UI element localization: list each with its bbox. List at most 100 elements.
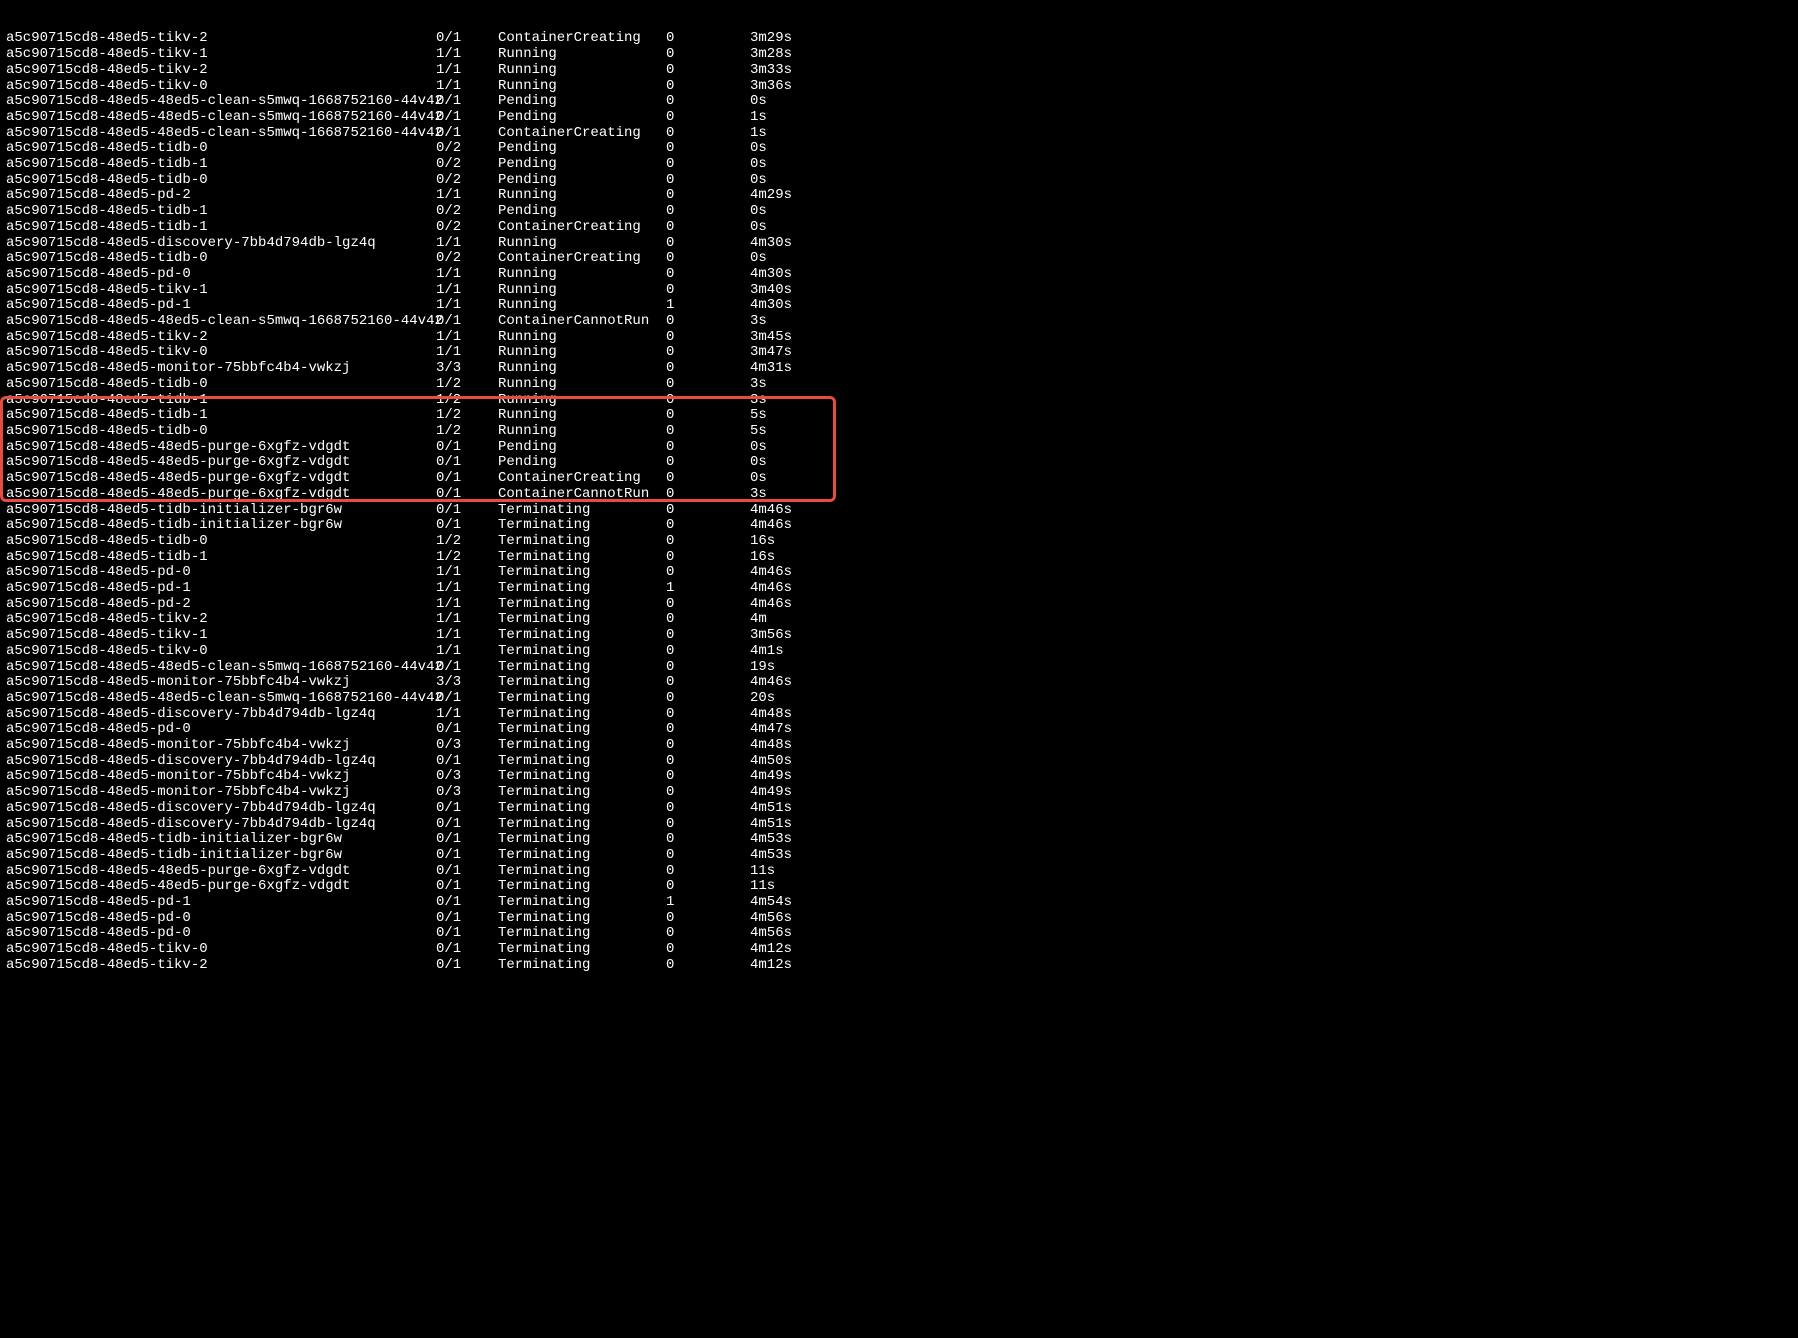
pod-ready: 1/2 — [436, 550, 498, 566]
pod-age: 4m29s — [750, 188, 850, 204]
pod-name: a5c90715cd8-48ed5-tikv-0 — [6, 942, 436, 958]
pod-name: a5c90715cd8-48ed5-tidb-0 — [6, 424, 436, 440]
pod-ready: 0/1 — [436, 942, 498, 958]
pod-status: Running — [498, 393, 666, 409]
pod-age: 3m40s — [750, 283, 850, 299]
pod-name: a5c90715cd8-48ed5-tikv-2 — [6, 958, 436, 974]
pod-name: a5c90715cd8-48ed5-monitor-75bbfc4b4-vwkz… — [6, 675, 436, 691]
pod-restarts: 0 — [666, 236, 750, 252]
pod-age: 4m48s — [750, 738, 850, 754]
pod-status: Running — [498, 283, 666, 299]
pod-age: 0s — [750, 471, 850, 487]
pod-ready: 0/2 — [436, 204, 498, 220]
pod-restarts: 0 — [666, 644, 750, 660]
pod-name: a5c90715cd8-48ed5-tidb-1 — [6, 408, 436, 424]
pod-status: Terminating — [498, 503, 666, 519]
pod-age: 4m56s — [750, 926, 850, 942]
pod-row: a5c90715cd8-48ed5-48ed5-purge-6xgfz-vdgd… — [6, 471, 1792, 487]
pod-row: a5c90715cd8-48ed5-tikv-11/1Running03m28s — [6, 47, 1792, 63]
pod-row: a5c90715cd8-48ed5-tidb-01/2Running05s — [6, 424, 1792, 440]
pod-restarts: 0 — [666, 958, 750, 974]
pod-status: Terminating — [498, 707, 666, 723]
pod-ready: 0/1 — [436, 754, 498, 770]
pod-restarts: 0 — [666, 173, 750, 189]
pod-restarts: 0 — [666, 926, 750, 942]
pod-row: a5c90715cd8-48ed5-tikv-20/1ContainerCrea… — [6, 31, 1792, 47]
pod-restarts: 0 — [666, 377, 750, 393]
pod-name: a5c90715cd8-48ed5-monitor-75bbfc4b4-vwkz… — [6, 769, 436, 785]
pod-status: Terminating — [498, 911, 666, 927]
pod-name: a5c90715cd8-48ed5-tidb-1 — [6, 157, 436, 173]
pod-age: 3m28s — [750, 47, 850, 63]
pod-restarts: 0 — [666, 628, 750, 644]
pod-age: 4m12s — [750, 958, 850, 974]
pod-restarts: 0 — [666, 785, 750, 801]
pod-age: 0s — [750, 94, 850, 110]
pod-age: 4m30s — [750, 236, 850, 252]
pod-name: a5c90715cd8-48ed5-48ed5-purge-6xgfz-vdgd… — [6, 455, 436, 471]
terminal-output[interactable]: a5c90715cd8-48ed5-tikv-20/1ContainerCrea… — [0, 0, 1798, 1005]
pod-age: 4m46s — [750, 675, 850, 691]
pod-ready: 1/1 — [436, 330, 498, 346]
pod-ready: 1/1 — [436, 283, 498, 299]
pod-restarts: 0 — [666, 942, 750, 958]
pod-restarts: 0 — [666, 330, 750, 346]
pod-name: a5c90715cd8-48ed5-monitor-75bbfc4b4-vwkz… — [6, 785, 436, 801]
pod-status: Terminating — [498, 801, 666, 817]
pod-row: a5c90715cd8-48ed5-tidb-10/2ContainerCrea… — [6, 220, 1792, 236]
pod-status: Running — [498, 377, 666, 393]
pod-age: 4m50s — [750, 754, 850, 770]
pod-status: Running — [498, 408, 666, 424]
pod-restarts: 0 — [666, 769, 750, 785]
pod-status: Pending — [498, 141, 666, 157]
pod-ready: 0/2 — [436, 251, 498, 267]
pod-status: Terminating — [498, 518, 666, 534]
pod-row: a5c90715cd8-48ed5-tikv-20/1Terminating04… — [6, 958, 1792, 974]
pod-ready: 1/2 — [436, 534, 498, 550]
pod-age: 16s — [750, 534, 850, 550]
pod-row: a5c90715cd8-48ed5-pd-21/1Running04m29s — [6, 188, 1792, 204]
pod-ready: 3/3 — [436, 675, 498, 691]
pod-row: a5c90715cd8-48ed5-tikv-21/1Terminating04… — [6, 612, 1792, 628]
pod-name: a5c90715cd8-48ed5-tikv-0 — [6, 79, 436, 95]
pod-status: Pending — [498, 157, 666, 173]
pod-ready: 1/1 — [436, 298, 498, 314]
pod-status: Terminating — [498, 754, 666, 770]
pod-restarts: 0 — [666, 612, 750, 628]
pod-ready: 1/1 — [436, 612, 498, 628]
pod-restarts: 1 — [666, 298, 750, 314]
pod-status: Terminating — [498, 612, 666, 628]
pod-age: 3m56s — [750, 628, 850, 644]
pod-age: 3m33s — [750, 63, 850, 79]
pod-row: a5c90715cd8-48ed5-48ed5-clean-s5mwq-1668… — [6, 110, 1792, 126]
pod-ready: 1/1 — [436, 644, 498, 660]
pod-name: a5c90715cd8-48ed5-tidb-1 — [6, 393, 436, 409]
pod-ready: 1/1 — [436, 47, 498, 63]
pod-row: a5c90715cd8-48ed5-monitor-75bbfc4b4-vwkz… — [6, 769, 1792, 785]
pod-restarts: 0 — [666, 660, 750, 676]
pod-row: a5c90715cd8-48ed5-tidb-01/2Running03s — [6, 377, 1792, 393]
pod-status: Terminating — [498, 691, 666, 707]
pod-ready: 0/1 — [436, 94, 498, 110]
pod-row: a5c90715cd8-48ed5-48ed5-clean-s5mwq-1668… — [6, 691, 1792, 707]
pod-status: Terminating — [498, 628, 666, 644]
pod-ready: 1/1 — [436, 581, 498, 597]
pod-age: 0s — [750, 251, 850, 267]
pod-restarts: 0 — [666, 393, 750, 409]
pod-age: 4m56s — [750, 911, 850, 927]
pod-row: a5c90715cd8-48ed5-48ed5-clean-s5mwq-1668… — [6, 660, 1792, 676]
pod-row: a5c90715cd8-48ed5-discovery-7bb4d794db-l… — [6, 817, 1792, 833]
pod-name: a5c90715cd8-48ed5-tidb-initializer-bgr6w — [6, 503, 436, 519]
pod-restarts: 0 — [666, 911, 750, 927]
pod-restarts: 0 — [666, 440, 750, 456]
pod-age: 3s — [750, 487, 850, 503]
pod-restarts: 0 — [666, 204, 750, 220]
pod-ready: 0/1 — [436, 110, 498, 126]
pod-age: 4m — [750, 612, 850, 628]
pod-restarts: 0 — [666, 471, 750, 487]
pod-row: a5c90715cd8-48ed5-tikv-01/1Terminating04… — [6, 644, 1792, 660]
pod-age: 4m1s — [750, 644, 850, 660]
pod-restarts: 0 — [666, 738, 750, 754]
pod-restarts: 0 — [666, 691, 750, 707]
pod-ready: 0/1 — [436, 817, 498, 833]
